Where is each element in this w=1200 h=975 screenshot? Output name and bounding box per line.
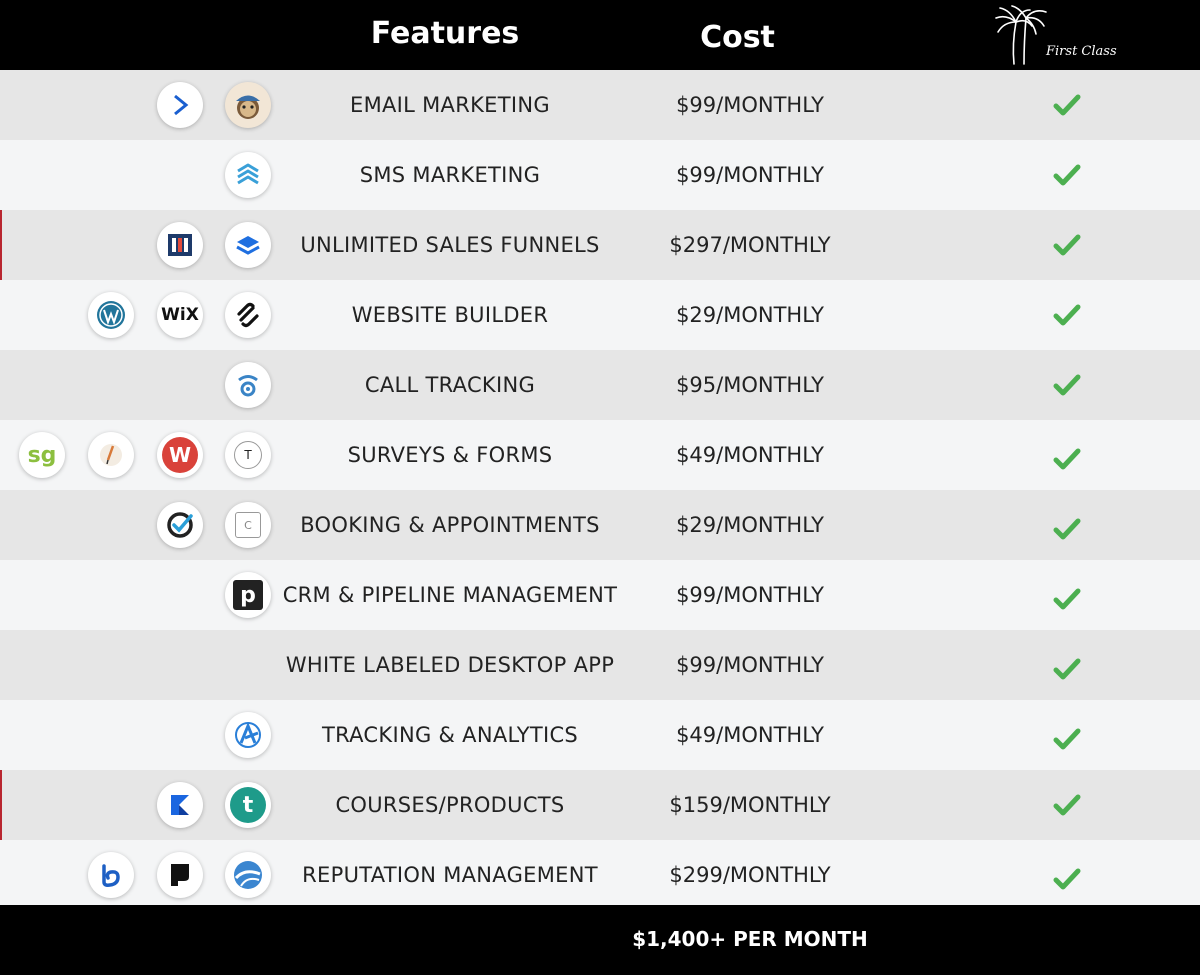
kajabi-icon xyxy=(157,782,203,828)
brand-name: First Class xyxy=(1046,44,1117,59)
wix-logo-text: WiX xyxy=(161,305,199,325)
feature-label: TRACKING & ANALYTICS xyxy=(321,723,579,747)
cost-value: $49/MONTHLY xyxy=(676,443,824,467)
teachable-logo-text: t xyxy=(242,792,254,818)
features-column-header: Features xyxy=(370,16,520,51)
podium-icon xyxy=(157,852,203,898)
wufoo-icon: W xyxy=(157,432,203,478)
birdeye-icon xyxy=(88,852,134,898)
total-cost: $1,400+ PER MONTH xyxy=(632,927,868,951)
feature-label: UNLIMITED SALES FUNNELS xyxy=(300,233,600,257)
acuity-icon xyxy=(157,502,203,548)
table-row: TRACKING & ANALYTICS $49/MONTHLY xyxy=(0,700,1200,770)
feature-label: SURVEYS & FORMS xyxy=(347,443,553,467)
calendar-logo-text: C xyxy=(244,518,252,532)
cost-value: $99/MONTHLY xyxy=(676,163,824,187)
swell-icon xyxy=(225,852,271,898)
checkmark-icon xyxy=(1053,304,1081,326)
checkmark-icon xyxy=(1053,728,1081,750)
cost-value: $29/MONTHLY xyxy=(676,513,824,537)
leadpages-icon xyxy=(225,222,271,268)
cost-value: $49/MONTHLY xyxy=(676,723,824,747)
teachable-icon: t xyxy=(225,782,271,828)
table-row: sg W T SURVEYS & FORMS $49/MONTHLY xyxy=(0,420,1200,490)
feature-label: EMAIL MARKETING xyxy=(350,93,550,117)
cost-value: $159/MONTHLY xyxy=(669,793,831,817)
feature-label: WHITE LABELED DESKTOP APP xyxy=(285,653,615,677)
clickfunnels-icon xyxy=(157,222,203,268)
cost-column-header: Cost xyxy=(700,20,775,55)
wordpress-icon xyxy=(88,292,134,338)
surveygizmo-icon: sg xyxy=(19,432,65,478)
call-tracking-icon xyxy=(225,362,271,408)
calendar-icon: C xyxy=(225,502,271,548)
mailchimp-icon xyxy=(225,82,271,128)
checkmark-icon xyxy=(1053,448,1081,470)
cost-value: $95/MONTHLY xyxy=(676,373,824,397)
wufoo-logo-text: W xyxy=(168,443,192,467)
cost-value: $297/MONTHLY xyxy=(669,233,831,257)
typeform-logo-text: T xyxy=(244,448,252,462)
checkmark-icon xyxy=(1053,234,1081,256)
feature-label: SMS MARKETING xyxy=(359,163,541,187)
checkmark-icon xyxy=(1053,588,1081,610)
quill-icon xyxy=(88,432,134,478)
feature-label: BOOKING & APPOINTMENTS xyxy=(300,513,600,537)
activecampaign-icon xyxy=(157,82,203,128)
surveygizmo-logo-text: sg xyxy=(27,442,57,468)
cost-value: $299/MONTHLY xyxy=(669,863,831,887)
table-footer: $1,400+ PER MONTH xyxy=(0,905,1200,975)
checkmark-icon xyxy=(1053,794,1081,816)
checkmark-icon xyxy=(1053,518,1081,540)
table-row: REPUTATION MANAGEMENT $299/MONTHLY xyxy=(0,840,1200,910)
sms-stack-icon xyxy=(225,152,271,198)
typeform-icon: T xyxy=(225,432,271,478)
row-edge-marker xyxy=(0,770,2,840)
table-row: p CRM & PIPELINE MANAGEMENT $99/MONTHLY xyxy=(0,560,1200,630)
checkmark-icon xyxy=(1053,658,1081,680)
first-class-logo: First Class xyxy=(990,4,1120,66)
analytics-icon xyxy=(225,712,271,758)
feature-label: CALL TRACKING xyxy=(364,373,536,397)
cost-value: $99/MONTHLY xyxy=(676,653,824,677)
checkmark-icon xyxy=(1053,374,1081,396)
table-row: UNLIMITED SALES FUNNELS $297/MONTHLY xyxy=(0,210,1200,280)
table-row: t COURSES/PRODUCTS $159/MONTHLY xyxy=(0,770,1200,840)
table-row: WHITE LABELED DESKTOP APP $99/MONTHLY xyxy=(0,630,1200,700)
feature-label: REPUTATION MANAGEMENT xyxy=(302,863,598,887)
pipedrive-logo-text: p xyxy=(240,582,256,608)
table-header: Features Cost First Class xyxy=(0,0,1200,70)
wix-icon: WiX xyxy=(157,292,203,338)
table-row: EMAIL MARKETING $99/MONTHLY xyxy=(0,70,1200,140)
row-edge-marker xyxy=(0,210,2,280)
feature-label: COURSES/PRODUCTS xyxy=(335,793,565,817)
table-row: C BOOKING & APPOINTMENTS $29/MONTHLY xyxy=(0,490,1200,560)
cost-value: $99/MONTHLY xyxy=(676,583,824,607)
squarespace-icon xyxy=(225,292,271,338)
table-row: CALL TRACKING $95/MONTHLY xyxy=(0,350,1200,420)
feature-label: CRM & PIPELINE MANAGEMENT xyxy=(282,583,618,607)
checkmark-icon xyxy=(1053,94,1081,116)
pipedrive-icon: p xyxy=(225,572,271,618)
checkmark-icon xyxy=(1053,164,1081,186)
table-row: SMS MARKETING $99/MONTHLY xyxy=(0,140,1200,210)
checkmark-icon xyxy=(1053,868,1081,890)
cost-value: $99/MONTHLY xyxy=(676,93,824,117)
feature-label: WEBSITE BUILDER xyxy=(351,303,549,327)
table-row: WiX WEBSITE BUILDER $29/MONTHLY xyxy=(0,280,1200,350)
cost-value: $29/MONTHLY xyxy=(676,303,824,327)
